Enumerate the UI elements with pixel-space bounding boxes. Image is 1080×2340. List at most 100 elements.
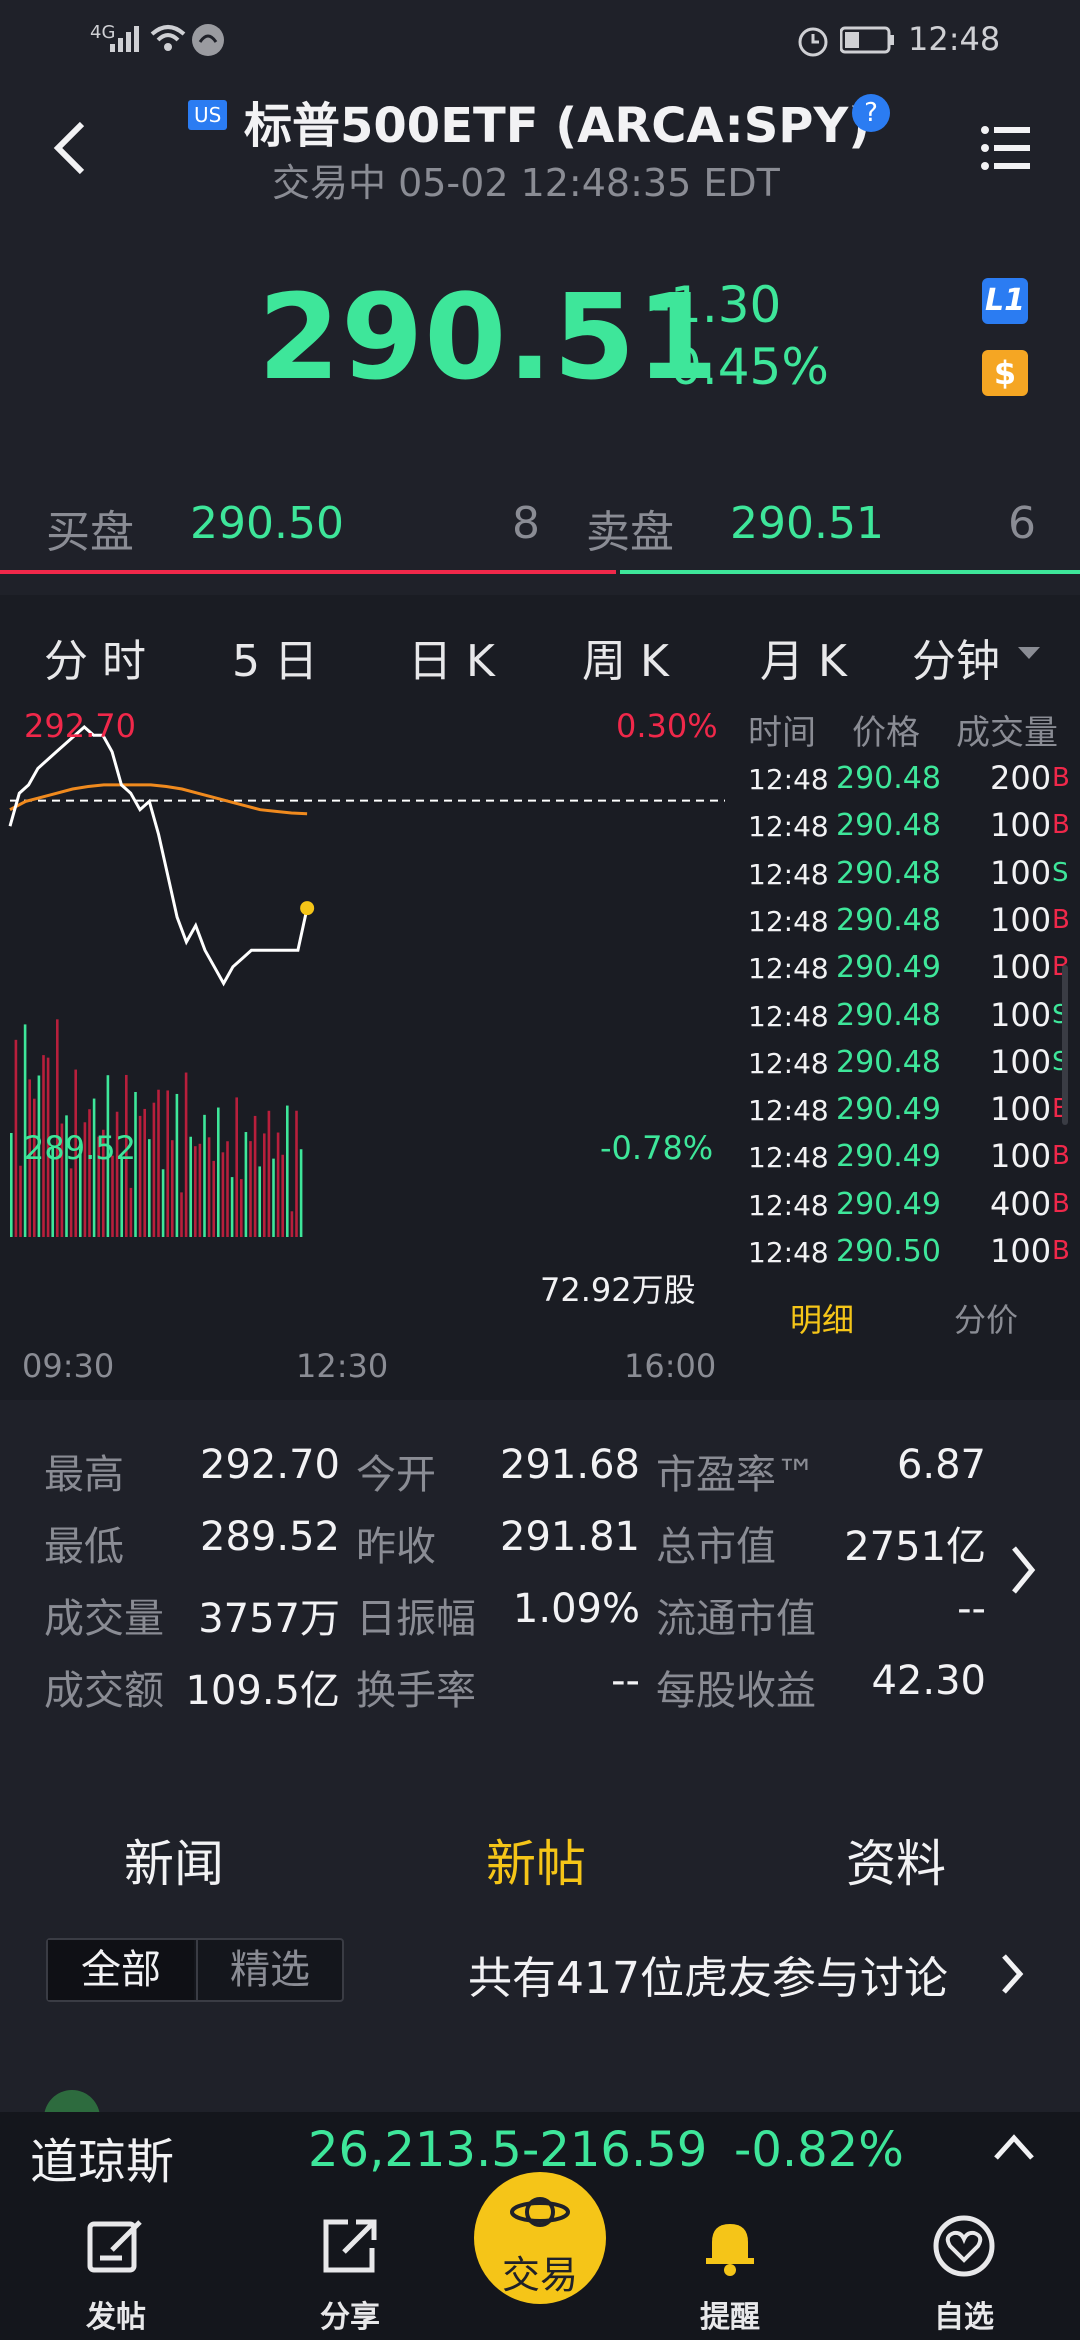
menu-icon[interactable]: [980, 122, 1032, 174]
market-badge: US: [188, 100, 228, 130]
tick-row: 12:48 290.49 100 B: [748, 946, 1080, 993]
filter-segment: 全部 精选: [46, 1938, 344, 2002]
tick-volume: 100: [990, 948, 1052, 987]
volume-bar: [129, 1187, 133, 1237]
nav-post-label: 发帖: [86, 2300, 146, 2335]
nav-share[interactable]: 分享: [270, 2214, 430, 2336]
tick-row: 12:48 290.48 100 B: [748, 899, 1080, 946]
help-icon[interactable]: ?: [852, 94, 890, 132]
volume-bar: [276, 1132, 280, 1237]
volume-bar: [272, 1158, 275, 1237]
tick-volume: 100: [990, 1042, 1052, 1081]
nav-trade-label: 交易: [501, 2253, 578, 2297]
bid-price: 290.50: [190, 498, 344, 549]
stat-label: 市盈率™: [656, 1452, 816, 1498]
filter-featured[interactable]: 精选: [196, 1940, 342, 2000]
stats-grid: 最高 292.70 今开 291.68 市盈率™ 6.87 最低 289.52 昨收 291.81…: [0, 1400, 1080, 1775]
bid-size: 8: [512, 498, 540, 549]
volume-bar: [226, 1141, 229, 1237]
volume-bar: [194, 1146, 197, 1237]
volume-bar: [33, 1098, 36, 1237]
tick-price: 290.50: [836, 1234, 941, 1269]
volume-bar: [263, 1133, 266, 1237]
stat-label: 最低: [44, 1524, 124, 1570]
filter-all[interactable]: 全部: [48, 1940, 194, 2000]
dollar-badge[interactable]: $: [982, 350, 1028, 396]
stat-label: 昨收: [356, 1524, 436, 1570]
index-change: -216.59: [522, 2122, 708, 2178]
chart-low-label: 289.52: [24, 1129, 136, 1167]
volume-bar: [286, 1105, 289, 1237]
tab-weekly-k[interactable]: 周 K: [582, 625, 669, 689]
tick-price: 290.48: [836, 808, 941, 844]
volume-bar: [221, 1152, 225, 1237]
volume-bar: [258, 1166, 261, 1237]
tick-price: 290.49: [836, 1186, 941, 1222]
volume-bar: [161, 1169, 165, 1237]
tab-posts[interactable]: 新帖: [486, 1824, 586, 1896]
tick-time: 12:48: [748, 1236, 829, 1269]
price-change-pct: -0.45%: [652, 338, 829, 396]
last-price-dot: [300, 901, 315, 916]
ask-size: 6: [1008, 498, 1036, 549]
clock: 12:48: [908, 20, 1001, 58]
tab-intraday[interactable]: 分 时: [44, 625, 146, 689]
tick-side: B: [1052, 904, 1070, 935]
tick-row: 12:48 290.50 100 B: [748, 1230, 1080, 1277]
nav-alert[interactable]: 提醒: [650, 2214, 810, 2336]
tick-row: 12:48 290.48 200 B: [748, 757, 1080, 804]
tick-price: 290.49: [836, 1092, 941, 1128]
alarm-icon: [798, 27, 828, 57]
intraday-chart[interactable]: [0, 705, 740, 1355]
tab-daily-k[interactable]: 日 K: [408, 625, 495, 689]
avg-price-line: [9, 783, 308, 816]
tab-news[interactable]: 新闻: [124, 1824, 224, 1896]
stock-title: 标普500ETF (ARCA:SPY): [244, 98, 871, 154]
tick-time: 12:48: [748, 810, 829, 844]
chevron-down-icon[interactable]: [1016, 645, 1042, 661]
stat-label: 今开: [356, 1452, 436, 1498]
stat-value: 2751亿: [844, 1524, 986, 1570]
x-tick-close: 16:00: [624, 1347, 717, 1385]
volume-bar: [171, 1140, 174, 1237]
volume-bar: [217, 1107, 220, 1237]
tick-row: 12:48 290.48 100 B: [748, 804, 1080, 851]
tab-minute[interactable]: 分钟: [912, 625, 1000, 689]
volume-bar: [203, 1114, 206, 1237]
tick-side: S: [1052, 857, 1069, 888]
tick-side: B: [1052, 763, 1070, 793]
nav-watchlist[interactable]: 自选: [884, 2214, 1044, 2336]
chart-low-pct: -0.78%: [600, 1129, 714, 1167]
index-name: 道琼斯: [30, 2134, 175, 2190]
volume-bar: [138, 1115, 142, 1237]
discussion-count[interactable]: 共有417位虎友参与讨论: [468, 1942, 948, 2006]
nav-trade[interactable]: 交易: [474, 2172, 606, 2304]
col-time: 时间: [748, 713, 816, 753]
heart-icon: [933, 2215, 995, 2277]
tab-monthly-k[interactable]: 月 K: [760, 625, 847, 689]
share-icon: [323, 2219, 377, 2273]
col-volume: 成交量: [956, 713, 1058, 753]
tick-row: 12:48 290.48 100 S: [748, 852, 1080, 899]
tick-time: 12:48: [748, 999, 829, 1033]
tick-price: 290.49: [836, 950, 941, 986]
stat-label: 日振幅: [356, 1596, 476, 1642]
stat-value: --: [957, 1586, 986, 1632]
ticks-scrollbar[interactable]: [1062, 965, 1068, 1125]
tab-detail[interactable]: 明细: [790, 1295, 854, 1341]
nav-post[interactable]: 发帖: [36, 2214, 196, 2336]
chevron-right-icon[interactable]: [1008, 1544, 1038, 1596]
volume-bar: [299, 1149, 303, 1237]
tab-5day[interactable]: 5 日: [232, 625, 318, 689]
discussion-arrow-icon[interactable]: [1000, 1952, 1026, 1996]
back-icon[interactable]: [50, 118, 90, 178]
price-change: -1.30: [652, 276, 782, 334]
level1-badge[interactable]: L1: [982, 278, 1028, 324]
tab-price-dist[interactable]: 分价: [954, 1295, 1018, 1341]
chevron-up-icon[interactable]: [992, 2132, 1036, 2162]
stat-label: 每股收益: [656, 1668, 816, 1714]
volume-bar: [152, 1102, 156, 1237]
stat-label: 换手率: [356, 1668, 476, 1714]
volume-bar: [175, 1093, 179, 1237]
tab-info[interactable]: 资料: [846, 1824, 946, 1896]
